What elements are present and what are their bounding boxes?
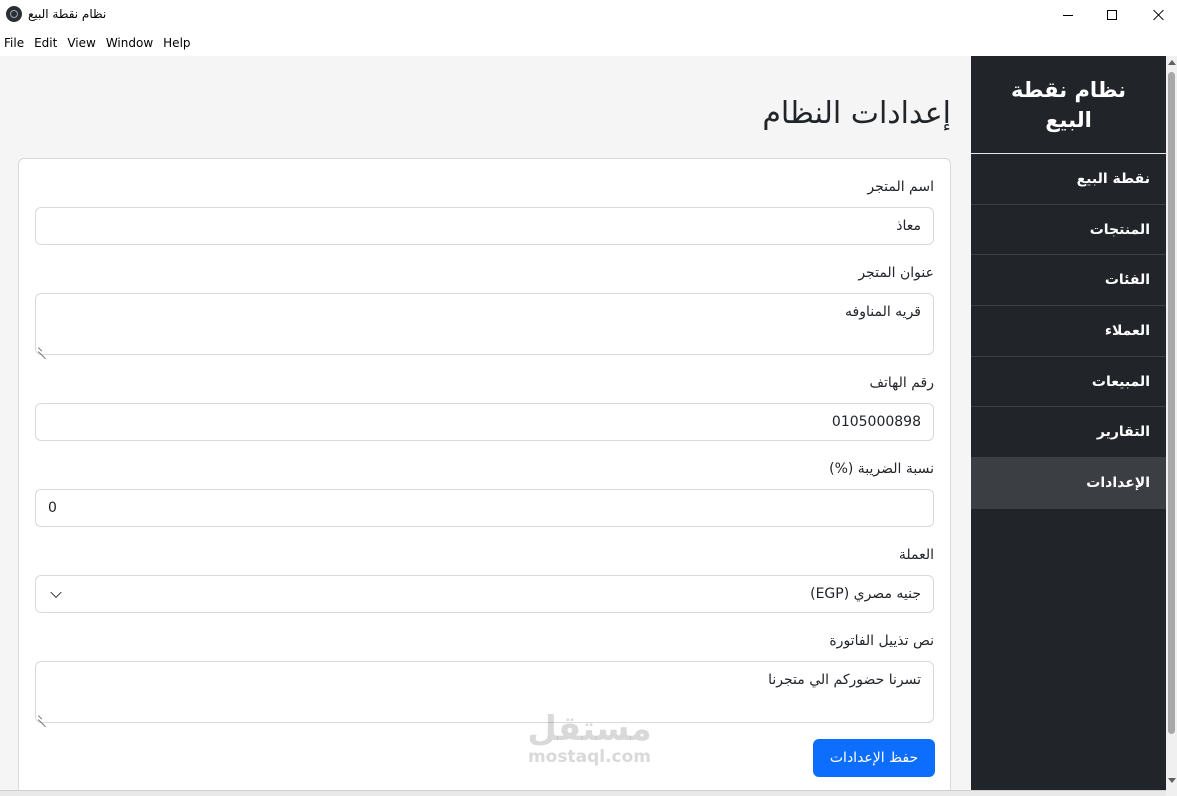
maximize-icon [1107,10,1117,20]
sidebar-item-label: المبيعات [1091,373,1150,390]
scroll-down-arrow-icon[interactable] [1168,778,1176,783]
tax-rate-value: 0 [48,500,57,516]
main-content: إعدادات النظام اسم المتجر معاذ عنوان الم… [0,56,971,796]
currency-value: جنيه مصري (EGP) [810,586,921,602]
phone-input[interactable]: 0105000898 [35,403,934,441]
window-title: نظام نقطة البيع [28,7,107,21]
watermark-logo: مستقل mostaql.com [517,710,662,766]
sidebar-brand: نظام نقطة البيع [971,56,1166,154]
scroll-up-arrow-icon[interactable] [1168,60,1176,65]
store-address-textarea[interactable]: قريه المناوفه [35,293,934,355]
settings-card: اسم المتجر معاذ عنوان المتجر قريه المناو… [18,158,951,796]
menu-file[interactable]: File [0,36,29,50]
sidebar: نظام نقطة البيع نقطة البيع المنتجات الفئ… [971,56,1166,796]
store-address-label: عنوان المتجر [858,265,934,281]
resize-grip-icon[interactable] [38,712,46,720]
sidebar-item-label: نقطة البيع [1076,170,1150,187]
sidebar-item-label: الفئات [1104,272,1150,289]
phone-value: 0105000898 [831,414,921,430]
menu-window[interactable]: Window [101,36,158,50]
window-bottom-edge [0,790,1166,796]
store-name-value: معاذ [896,218,921,234]
vertical-scrollbar[interactable] [1166,56,1177,796]
sidebar-item-categories[interactable]: الفئات [971,255,1166,307]
page-title: إعدادات النظام [762,96,951,131]
resize-grip-icon[interactable] [38,344,46,352]
sidebar-item-products[interactable]: المنتجات [971,205,1166,256]
invoice-footer-textarea[interactable]: تسرنا حضوركم الي متجرنا [35,661,934,723]
scrollbar-thumb[interactable] [1168,72,1175,734]
chevron-down-icon [50,586,62,599]
close-button[interactable] [1135,0,1177,30]
minimize-icon [1063,14,1073,16]
app-logo-icon [6,6,22,22]
invoice-footer-label: نص تذييل الفاتورة [829,633,934,649]
sidebar-item-label: التقارير [1096,424,1150,441]
title-bar: نظام نقطة البيع [0,0,1177,30]
sidebar-item-sales[interactable]: المبيعات [971,357,1166,408]
menu-help[interactable]: Help [158,36,195,50]
store-name-input[interactable]: معاذ [35,207,934,245]
sidebar-item-settings[interactable]: الإعدادات [971,458,1166,509]
store-address-value: قريه المناوفه [845,304,921,320]
watermark-latin: mostaql.com [527,747,652,767]
currency-select[interactable]: جنيه مصري (EGP) [35,575,934,613]
menu-view[interactable]: View [62,36,100,50]
sidebar-item-label: الإعدادات [1086,474,1150,491]
sidebar-item-label: العملاء [1104,322,1150,339]
menu-edit[interactable]: Edit [29,36,62,50]
tax-rate-input[interactable]: 0 [35,489,934,527]
currency-label: العملة [898,547,934,563]
invoice-footer-value: تسرنا حضوركم الي متجرنا [768,672,921,688]
phone-label: رقم الهاتف [869,375,934,391]
sidebar-item-pos[interactable]: نقطة البيع [971,154,1166,205]
sidebar-item-reports[interactable]: التقارير [971,407,1166,459]
close-icon [1152,9,1164,21]
maximize-button[interactable] [1089,0,1135,30]
tax-rate-label: نسبة الضريبة (%) [829,461,934,477]
save-settings-button[interactable]: حفظ الإعدادات [813,739,935,777]
sidebar-item-customers[interactable]: العملاء [971,306,1166,357]
minimize-button[interactable] [1045,0,1091,30]
store-name-label: اسم المتجر [867,179,934,195]
menu-bar: File Edit View Window Help [0,30,1177,56]
watermark-arabic: مستقل [527,709,652,749]
sidebar-item-label: المنتجات [1089,221,1150,238]
